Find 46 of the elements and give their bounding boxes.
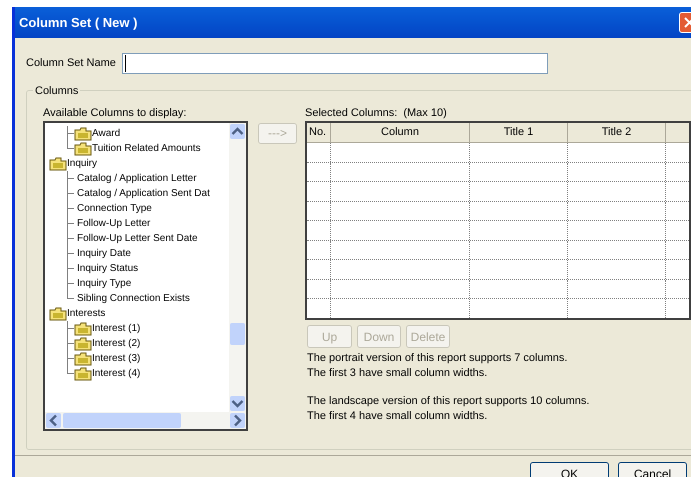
column-header[interactable]: No. — [307, 123, 331, 143]
tree-item[interactable]: Interests — [67, 307, 106, 320]
folder-icon — [74, 352, 92, 366]
tree-item[interactable]: Inquiry Date — [77, 247, 131, 260]
tree-item[interactable]: Follow-Up Letter — [77, 217, 150, 230]
tree-item[interactable]: Inquiry — [67, 157, 98, 170]
folder-icon — [74, 366, 92, 380]
scrollbar-thumb[interactable] — [63, 413, 181, 428]
tree-item[interactable]: Interest (3) — [92, 352, 140, 365]
info-text: The landscape version of this report supports 10 columns. — [307, 394, 590, 409]
field-label: Column Set Name — [26, 56, 116, 72]
folder-icon — [74, 142, 92, 156]
horizontal-scrollbar[interactable] — [45, 412, 246, 429]
scrollbar-thumb[interactable] — [230, 323, 245, 345]
folder-icon — [49, 156, 67, 170]
tree-item[interactable]: Award — [92, 127, 120, 140]
tree-item[interactable]: Sibling Connection Exists — [77, 292, 190, 305]
column-header[interactable]: Column — [331, 123, 470, 143]
column-header[interactable]: Title 1 — [470, 123, 568, 143]
tree-item[interactable]: Inquiry Status — [77, 262, 138, 275]
folder-icon — [74, 322, 92, 336]
info-text: The portrait version of this report supports 7 columns. — [307, 351, 568, 366]
tree-item[interactable]: Inquiry Type — [77, 277, 132, 290]
tree-item[interactable]: Catalog / Application Sent Dat — [77, 187, 210, 200]
tree-item[interactable]: Connection Type — [77, 202, 152, 215]
arrow-right-icon[interactable] — [230, 413, 245, 428]
tree-item[interactable]: Catalog / Application Letter — [77, 172, 197, 185]
arrow-left-icon[interactable] — [46, 413, 61, 428]
selected-label: Selected Columns: — [305, 106, 398, 119]
folder-icon — [74, 126, 92, 140]
column-header[interactable]: Title 2 — [568, 123, 666, 143]
tree-item[interactable]: Interest (1) — [92, 322, 140, 335]
max-label: (Max 10) — [403, 106, 447, 119]
available-label: Available Columns to display: — [43, 106, 188, 119]
arrow-down-icon[interactable] — [230, 396, 245, 411]
tree-item[interactable]: Interest (4) — [92, 367, 140, 380]
folder-icon — [49, 306, 67, 320]
tree-item[interactable]: Interest (2) — [92, 337, 140, 350]
info-text: The first 3 have small column widths. — [307, 366, 488, 381]
tree-item[interactable]: Follow-Up Letter Sent Date — [77, 232, 198, 245]
folder-icon — [74, 336, 92, 350]
info-text: The first 4 have small column widths. — [307, 409, 488, 424]
vertical-scrollbar[interactable] — [229, 123, 246, 412]
arrow-up-icon[interactable] — [230, 124, 245, 139]
window-title: Column Set ( New ) — [19, 14, 138, 32]
tree-item[interactable]: Tuition Related Amounts — [92, 142, 201, 155]
